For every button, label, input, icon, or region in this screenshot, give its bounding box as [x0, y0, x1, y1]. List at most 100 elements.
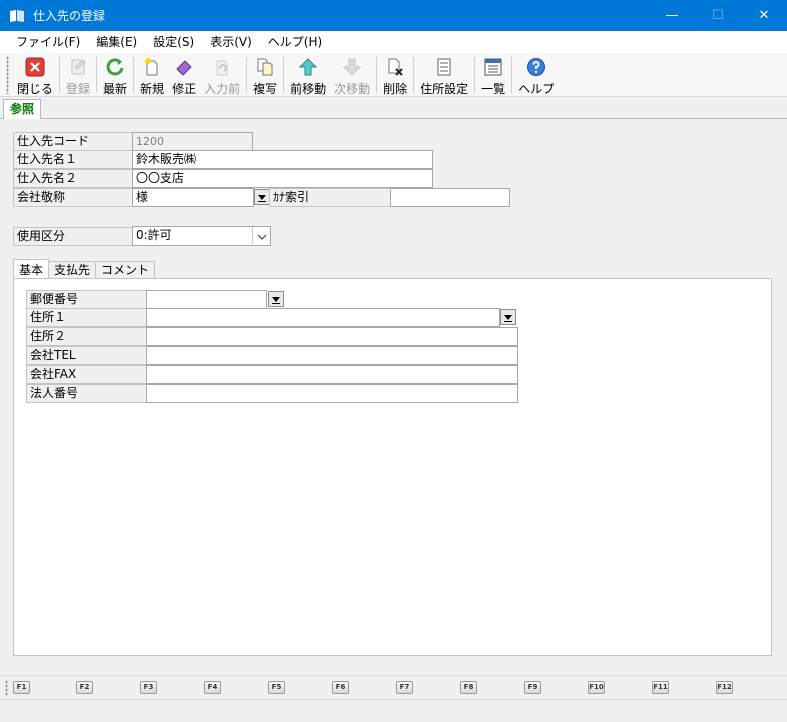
- usage-category-select[interactable]: 0:許可: [132, 226, 271, 246]
- address-settings-label: 住所設定: [420, 82, 469, 96]
- supplier-name2-label: 仕入先名２: [13, 169, 133, 188]
- company-fax-label: 会社FAX: [26, 365, 147, 384]
- tab-comment[interactable]: コメント: [95, 261, 156, 279]
- menu-help[interactable]: ヘルプ(H): [260, 31, 330, 53]
- f12-key-button[interactable]: F12: [716, 681, 733, 694]
- help-icon: [525, 56, 547, 78]
- usage-category-label: 使用区分: [13, 227, 133, 246]
- f1-key-button[interactable]: F1: [13, 681, 30, 694]
- toolbar-separator: [511, 57, 513, 93]
- save-label: 登録: [66, 82, 91, 96]
- close-button[interactable]: 閉じる: [13, 53, 57, 97]
- f10-key-button[interactable]: F10: [588, 681, 605, 694]
- detail-tabs: 基本 支払先 コメント: [13, 259, 156, 280]
- tab-basic[interactable]: 基本: [13, 259, 50, 280]
- revert-button[interactable]: 入力前: [200, 53, 244, 97]
- toolbar-separator: [474, 57, 476, 93]
- toolbar-separator: [96, 57, 98, 93]
- company-tel-label: 会社TEL: [26, 346, 147, 365]
- previous-label: 前移動: [290, 82, 327, 96]
- new-button[interactable]: 新規: [136, 53, 168, 97]
- undo-icon: [211, 56, 233, 78]
- refresh-button[interactable]: 最新: [99, 53, 131, 97]
- toolbar-grip[interactable]: [6, 56, 9, 94]
- tab-payee[interactable]: 支払先: [48, 261, 97, 279]
- save-button[interactable]: 登録: [62, 53, 94, 97]
- toolbar: 閉じる 登録 最新 新規 修正 入力前 複写 前移動 次移動 削除 住所設定 一…: [0, 53, 787, 97]
- next-button[interactable]: 次移動: [330, 53, 374, 97]
- supplier-code-label: 仕入先コード: [13, 132, 133, 151]
- honorific-dropdown-button[interactable]: [254, 189, 270, 205]
- f6-key-button[interactable]: F6: [332, 681, 349, 694]
- company-honorific-field[interactable]: 様: [132, 188, 254, 207]
- toolbar-separator: [59, 57, 61, 93]
- status-bar: [0, 699, 787, 722]
- delete-button[interactable]: 削除: [379, 53, 411, 97]
- f9-key-button[interactable]: F9: [524, 681, 541, 694]
- toolbar-separator: [376, 57, 378, 93]
- menu-view[interactable]: 表示(V): [202, 31, 260, 53]
- postal-code-field[interactable]: [146, 290, 267, 309]
- corporate-number-field[interactable]: [146, 384, 518, 403]
- address2-label: 住所２: [26, 327, 147, 346]
- close-window-button[interactable]: ✕: [741, 0, 787, 31]
- help-button[interactable]: ヘルプ: [514, 53, 558, 97]
- menu-file[interactable]: ファイル(F): [8, 31, 88, 53]
- mode-tab-strip: 参照: [0, 97, 787, 119]
- supplier-code-field[interactable]: 1200: [132, 132, 253, 151]
- edit-button[interactable]: 修正: [168, 53, 200, 97]
- company-tel-field[interactable]: [146, 346, 518, 365]
- address2-field[interactable]: [146, 327, 518, 346]
- help-label: ヘルプ: [518, 82, 555, 96]
- list-label: 一覧: [481, 82, 506, 96]
- arrow-down-icon: [341, 56, 363, 78]
- toolbar-separator: [413, 57, 415, 93]
- toolbar-separator: [133, 57, 135, 93]
- company-fax-field[interactable]: [146, 365, 518, 384]
- company-honorific-label: 会社敬称: [13, 188, 133, 207]
- next-label: 次移動: [334, 82, 371, 96]
- f8-key-button[interactable]: F8: [460, 681, 477, 694]
- postal-code-dropdown-button[interactable]: [268, 291, 284, 307]
- eraser-icon: [173, 56, 195, 78]
- arrow-up-icon: [297, 56, 319, 78]
- supplier-name1-label: 仕入先名１: [13, 150, 133, 169]
- previous-button[interactable]: 前移動: [286, 53, 330, 97]
- maximize-button[interactable]: ☐: [695, 0, 741, 31]
- function-key-grip[interactable]: [5, 680, 8, 696]
- refresh-label: 最新: [103, 82, 128, 96]
- toolbar-separator: [283, 57, 285, 93]
- delete-label: 削除: [383, 82, 408, 96]
- f7-key-button[interactable]: F7: [396, 681, 413, 694]
- checklist-icon: [433, 56, 455, 78]
- copy-button[interactable]: 複写: [249, 53, 281, 97]
- supplier-name1-field[interactable]: 鈴木販売㈱: [132, 150, 433, 169]
- address-settings-button[interactable]: 住所設定: [416, 53, 472, 97]
- app-icon: [9, 9, 25, 23]
- supplier-name2-field[interactable]: 〇〇支店: [132, 169, 433, 188]
- menu-edit[interactable]: 編集(E): [88, 31, 145, 53]
- f4-key-button[interactable]: F4: [204, 681, 221, 694]
- copy-icon: [254, 56, 276, 78]
- refresh-icon: [104, 56, 126, 78]
- menu-settings[interactable]: 設定(S): [145, 31, 202, 53]
- window-title: 仕入先の登録: [33, 9, 106, 23]
- f5-key-button[interactable]: F5: [268, 681, 285, 694]
- title-bar: 仕入先の登録 — ☐ ✕: [0, 0, 787, 31]
- address1-field[interactable]: [146, 308, 500, 327]
- delete-document-icon: [384, 56, 406, 78]
- f2-key-button[interactable]: F2: [76, 681, 93, 694]
- list-button[interactable]: 一覧: [477, 53, 509, 97]
- mode-tab-view[interactable]: 参照: [3, 99, 42, 119]
- chevron-down-icon: [252, 227, 270, 246]
- function-key-bar: F1 F2 F3 F4 F5 F6 F7 F8 F9 F10 F11 F12: [0, 675, 787, 699]
- address1-label: 住所１: [26, 308, 147, 327]
- address1-dropdown-button[interactable]: [500, 309, 516, 325]
- minimize-button[interactable]: —: [649, 0, 695, 31]
- postal-code-label: 郵便番号: [26, 290, 147, 309]
- revert-label: 入力前: [204, 82, 241, 96]
- kana-index-field[interactable]: [390, 188, 510, 207]
- f3-key-button[interactable]: F3: [140, 681, 157, 694]
- f11-key-button[interactable]: F11: [652, 681, 669, 694]
- new-document-icon: [141, 56, 163, 78]
